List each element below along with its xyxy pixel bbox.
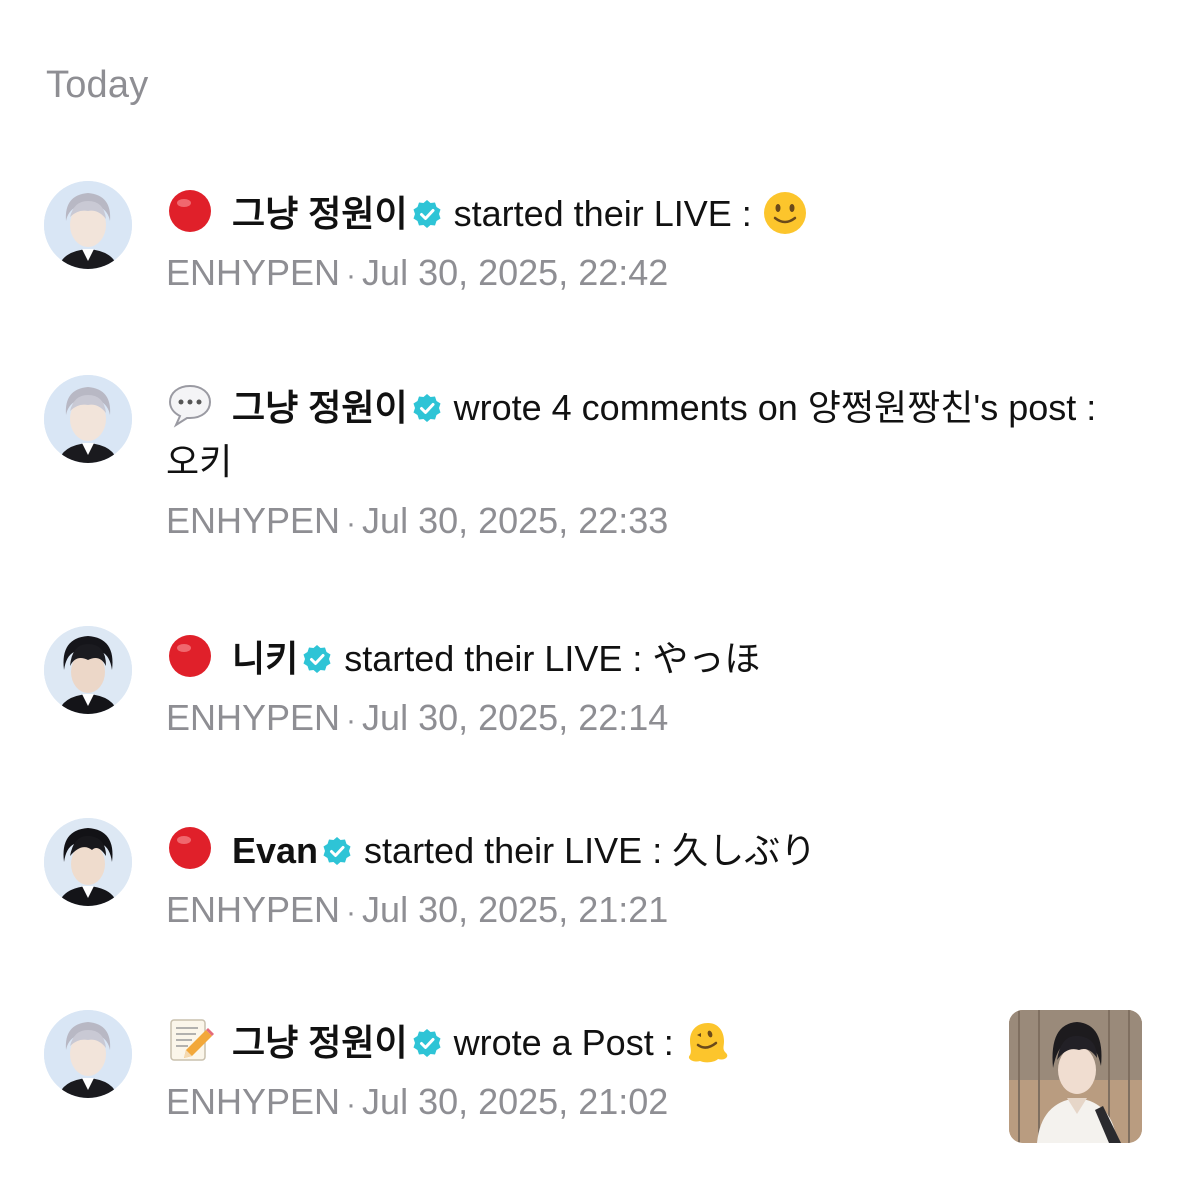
meta-separator: · xyxy=(346,1088,357,1121)
avatar[interactable] xyxy=(44,626,132,714)
meta-separator: · xyxy=(346,896,357,929)
timestamp: Jul 30, 2025, 22:42 xyxy=(362,252,669,293)
avatar[interactable] xyxy=(44,1010,132,1098)
notification-text: Evan started their LIVE : 久しぶり xyxy=(166,824,1126,878)
action-text: started their LIVE : やっほ xyxy=(344,638,761,679)
timestamp: Jul 30, 2025, 21:21 xyxy=(362,889,669,930)
verified-badge-icon xyxy=(323,837,351,865)
author-name[interactable]: 니키 xyxy=(232,638,298,679)
meta-separator: · xyxy=(346,507,357,540)
author-name[interactable]: Evan xyxy=(232,830,318,871)
community-name: ENHYPEN xyxy=(166,500,341,541)
notification-meta: ENHYPEN · Jul 30, 2025, 21:02 xyxy=(166,1080,1126,1127)
notification-meta: ENHYPEN · Jul 30, 2025, 22:42 xyxy=(166,251,1126,298)
avatar[interactable] xyxy=(44,818,132,906)
notification-meta: ENHYPEN · Jul 30, 2025, 22:14 xyxy=(166,696,1126,743)
meta-separator: · xyxy=(346,259,357,292)
memo-pencil-icon xyxy=(170,1019,214,1061)
notification-text: 그냥 정원이 wrote 4 comments on 양쩡원짱친's post :… xyxy=(166,381,1126,489)
notification-text: 니키 started their LIVE : やっほ xyxy=(166,632,1126,686)
red-circle-icon xyxy=(169,827,211,869)
community-name: ENHYPEN xyxy=(166,889,341,930)
red-circle-icon xyxy=(169,635,211,677)
author-name[interactable]: 그냥 정원이 xyxy=(232,1022,408,1063)
slightly-smiling-face-icon xyxy=(763,192,806,234)
timestamp: Jul 30, 2025, 21:02 xyxy=(362,1081,669,1122)
melting-face-icon xyxy=(688,1023,728,1063)
avatar[interactable] xyxy=(44,181,132,269)
verified-badge-icon xyxy=(413,394,441,422)
speech-bubble-icon xyxy=(168,384,212,428)
notification-text: 그냥 정원이 started their LIVE : xyxy=(166,187,1126,241)
action-text: started their LIVE : 久しぶり xyxy=(364,830,817,871)
red-circle-icon xyxy=(169,190,211,232)
avatar[interactable] xyxy=(44,375,132,463)
community-name: ENHYPEN xyxy=(166,1081,341,1122)
notification-meta: ENHYPEN · Jul 30, 2025, 22:33 xyxy=(166,499,1126,546)
community-name: ENHYPEN xyxy=(166,697,341,738)
verified-badge-icon xyxy=(413,1029,441,1057)
author-name[interactable]: 그냥 정원이 xyxy=(232,387,408,428)
action-text: wrote a Post : xyxy=(453,1022,674,1063)
timestamp: Jul 30, 2025, 22:14 xyxy=(362,697,669,738)
section-title-today: Today xyxy=(46,64,149,106)
notification-text: 그냥 정원이 wrote a Post : xyxy=(166,1016,1126,1070)
verified-badge-icon xyxy=(413,200,441,228)
author-name[interactable]: 그냥 정원이 xyxy=(232,193,408,234)
verified-badge-icon xyxy=(303,645,331,673)
community-name: ENHYPEN xyxy=(166,252,341,293)
action-text: started their LIVE : xyxy=(453,193,752,234)
notification-meta: ENHYPEN · Jul 30, 2025, 21:21 xyxy=(166,888,1126,935)
post-thumbnail[interactable] xyxy=(1009,1010,1142,1143)
meta-separator: · xyxy=(346,704,357,737)
timestamp: Jul 30, 2025, 22:33 xyxy=(362,500,669,541)
